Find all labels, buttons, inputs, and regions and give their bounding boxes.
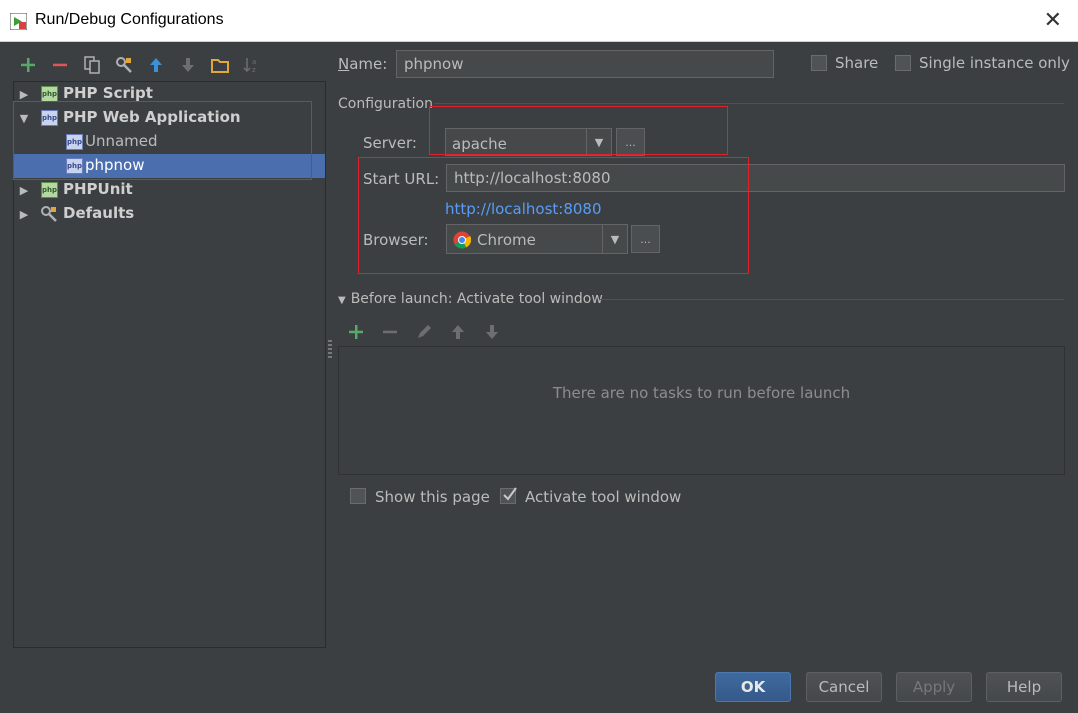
chrome-icon	[453, 231, 471, 249]
add-task-icon[interactable]	[344, 320, 368, 344]
start-url-field[interactable]: http://localhost:8080	[446, 164, 1065, 192]
browser-select-value: Chrome	[477, 231, 536, 249]
add-icon[interactable]	[16, 53, 40, 77]
tree-item-php-web-application[interactable]: ▼ php PHP Web Application	[14, 106, 325, 130]
remove-task-icon[interactable]	[378, 320, 402, 344]
cancel-button[interactable]: Cancel	[806, 672, 882, 702]
php-web-app-icon: php	[66, 158, 83, 174]
tree-item-label: Unnamed	[85, 132, 158, 150]
tree-item-label: PHPUnit	[63, 180, 133, 198]
move-down-icon[interactable]	[176, 53, 200, 77]
collapse-arrow-icon: ▼	[338, 295, 346, 306]
configuration-tree: ▶ php PHP Script ▼ php PHP Web Applicati…	[13, 81, 326, 648]
config-toolbar: az	[16, 52, 264, 78]
copy-icon[interactable]	[80, 53, 104, 77]
wrench-icon	[41, 206, 57, 222]
activate-tool-window-label: Activate tool window	[525, 488, 682, 506]
name-field[interactable]: phpnow	[396, 50, 774, 78]
php-web-app-icon: php	[41, 110, 58, 126]
show-page-checkbox[interactable]	[350, 488, 366, 504]
browser-browse-button[interactable]: ...	[631, 225, 660, 253]
svg-text:z: z	[252, 66, 256, 74]
folder-icon[interactable]	[208, 53, 232, 77]
before-launch-task-list[interactable]: There are no tasks to run before launch	[338, 346, 1065, 475]
ok-button[interactable]: OK	[715, 672, 791, 702]
before-launch-toolbar	[344, 320, 504, 344]
app-icon	[10, 13, 27, 30]
activate-tool-window-checkbox[interactable]	[500, 487, 517, 504]
tree-item-phpnow[interactable]: php phpnow	[14, 154, 325, 178]
move-up-icon[interactable]	[144, 53, 168, 77]
tree-item-label: Defaults	[63, 204, 135, 222]
edit-defaults-icon[interactable]	[112, 53, 136, 77]
collapse-arrow-icon[interactable]: ▼	[18, 112, 30, 125]
tree-item-label: PHP Script	[63, 84, 153, 102]
name-label: Name:	[338, 55, 388, 73]
help-button[interactable]: Help	[986, 672, 1062, 702]
share-checkbox[interactable]	[811, 55, 827, 71]
svg-text:a: a	[252, 58, 256, 66]
chevron-down-icon[interactable]: ▼	[602, 225, 627, 253]
tree-item-label: phpnow	[85, 156, 145, 174]
browser-select[interactable]: Chrome ▼	[446, 224, 628, 254]
phpunit-icon: php	[41, 182, 58, 198]
tree-item-label: PHP Web Application	[63, 108, 241, 126]
tree-item-phpunit[interactable]: ▶ php PHPUnit	[14, 178, 325, 202]
php-web-app-icon: php	[66, 134, 83, 150]
server-select-value: apache	[452, 135, 507, 153]
checkmark-icon	[503, 487, 517, 501]
sort-icon[interactable]: az	[240, 53, 264, 77]
start-url-link[interactable]: http://localhost:8080	[445, 200, 602, 218]
php-script-icon: php	[41, 86, 58, 102]
server-label: Server:	[363, 134, 417, 152]
splitter-handle[interactable]	[328, 340, 332, 358]
move-task-up-icon[interactable]	[446, 320, 470, 344]
show-page-label: Show this page	[375, 488, 490, 506]
remove-icon[interactable]	[48, 53, 72, 77]
share-label: Share	[835, 54, 879, 72]
title-bar: Run/Debug Configurations ✕	[0, 0, 1078, 42]
tree-item-unnamed[interactable]: php Unnamed	[14, 130, 325, 154]
chevron-down-icon[interactable]: ▼	[586, 129, 611, 155]
edit-task-icon[interactable]	[412, 320, 436, 344]
start-url-label: Start URL:	[363, 170, 440, 188]
expand-arrow-icon[interactable]: ▶	[18, 184, 30, 197]
server-browse-button[interactable]: ...	[616, 128, 645, 156]
tree-item-defaults[interactable]: ▶ Defaults	[14, 202, 325, 226]
window-title: Run/Debug Configurations	[35, 11, 224, 28]
expand-arrow-icon[interactable]: ▶	[18, 208, 30, 221]
empty-task-message: There are no tasks to run before launch	[552, 384, 851, 402]
move-task-down-icon[interactable]	[480, 320, 504, 344]
apply-button[interactable]: Apply	[896, 672, 972, 702]
browser-label: Browser:	[363, 231, 429, 249]
tree-item-php-script[interactable]: ▶ php PHP Script	[14, 82, 325, 106]
configuration-separator	[434, 103, 1064, 104]
expand-arrow-icon[interactable]: ▶	[18, 88, 30, 101]
single-instance-checkbox[interactable]	[895, 55, 911, 71]
server-select[interactable]: apache ▼	[445, 128, 612, 156]
before-launch-separator	[600, 299, 1064, 300]
single-instance-label: Single instance only	[919, 54, 1070, 72]
before-launch-toggle[interactable]: ▼ Before launch: Activate tool window	[338, 291, 603, 307]
close-icon[interactable]: ✕	[1044, 8, 1062, 33]
configuration-section-title: Configuration	[338, 96, 433, 112]
